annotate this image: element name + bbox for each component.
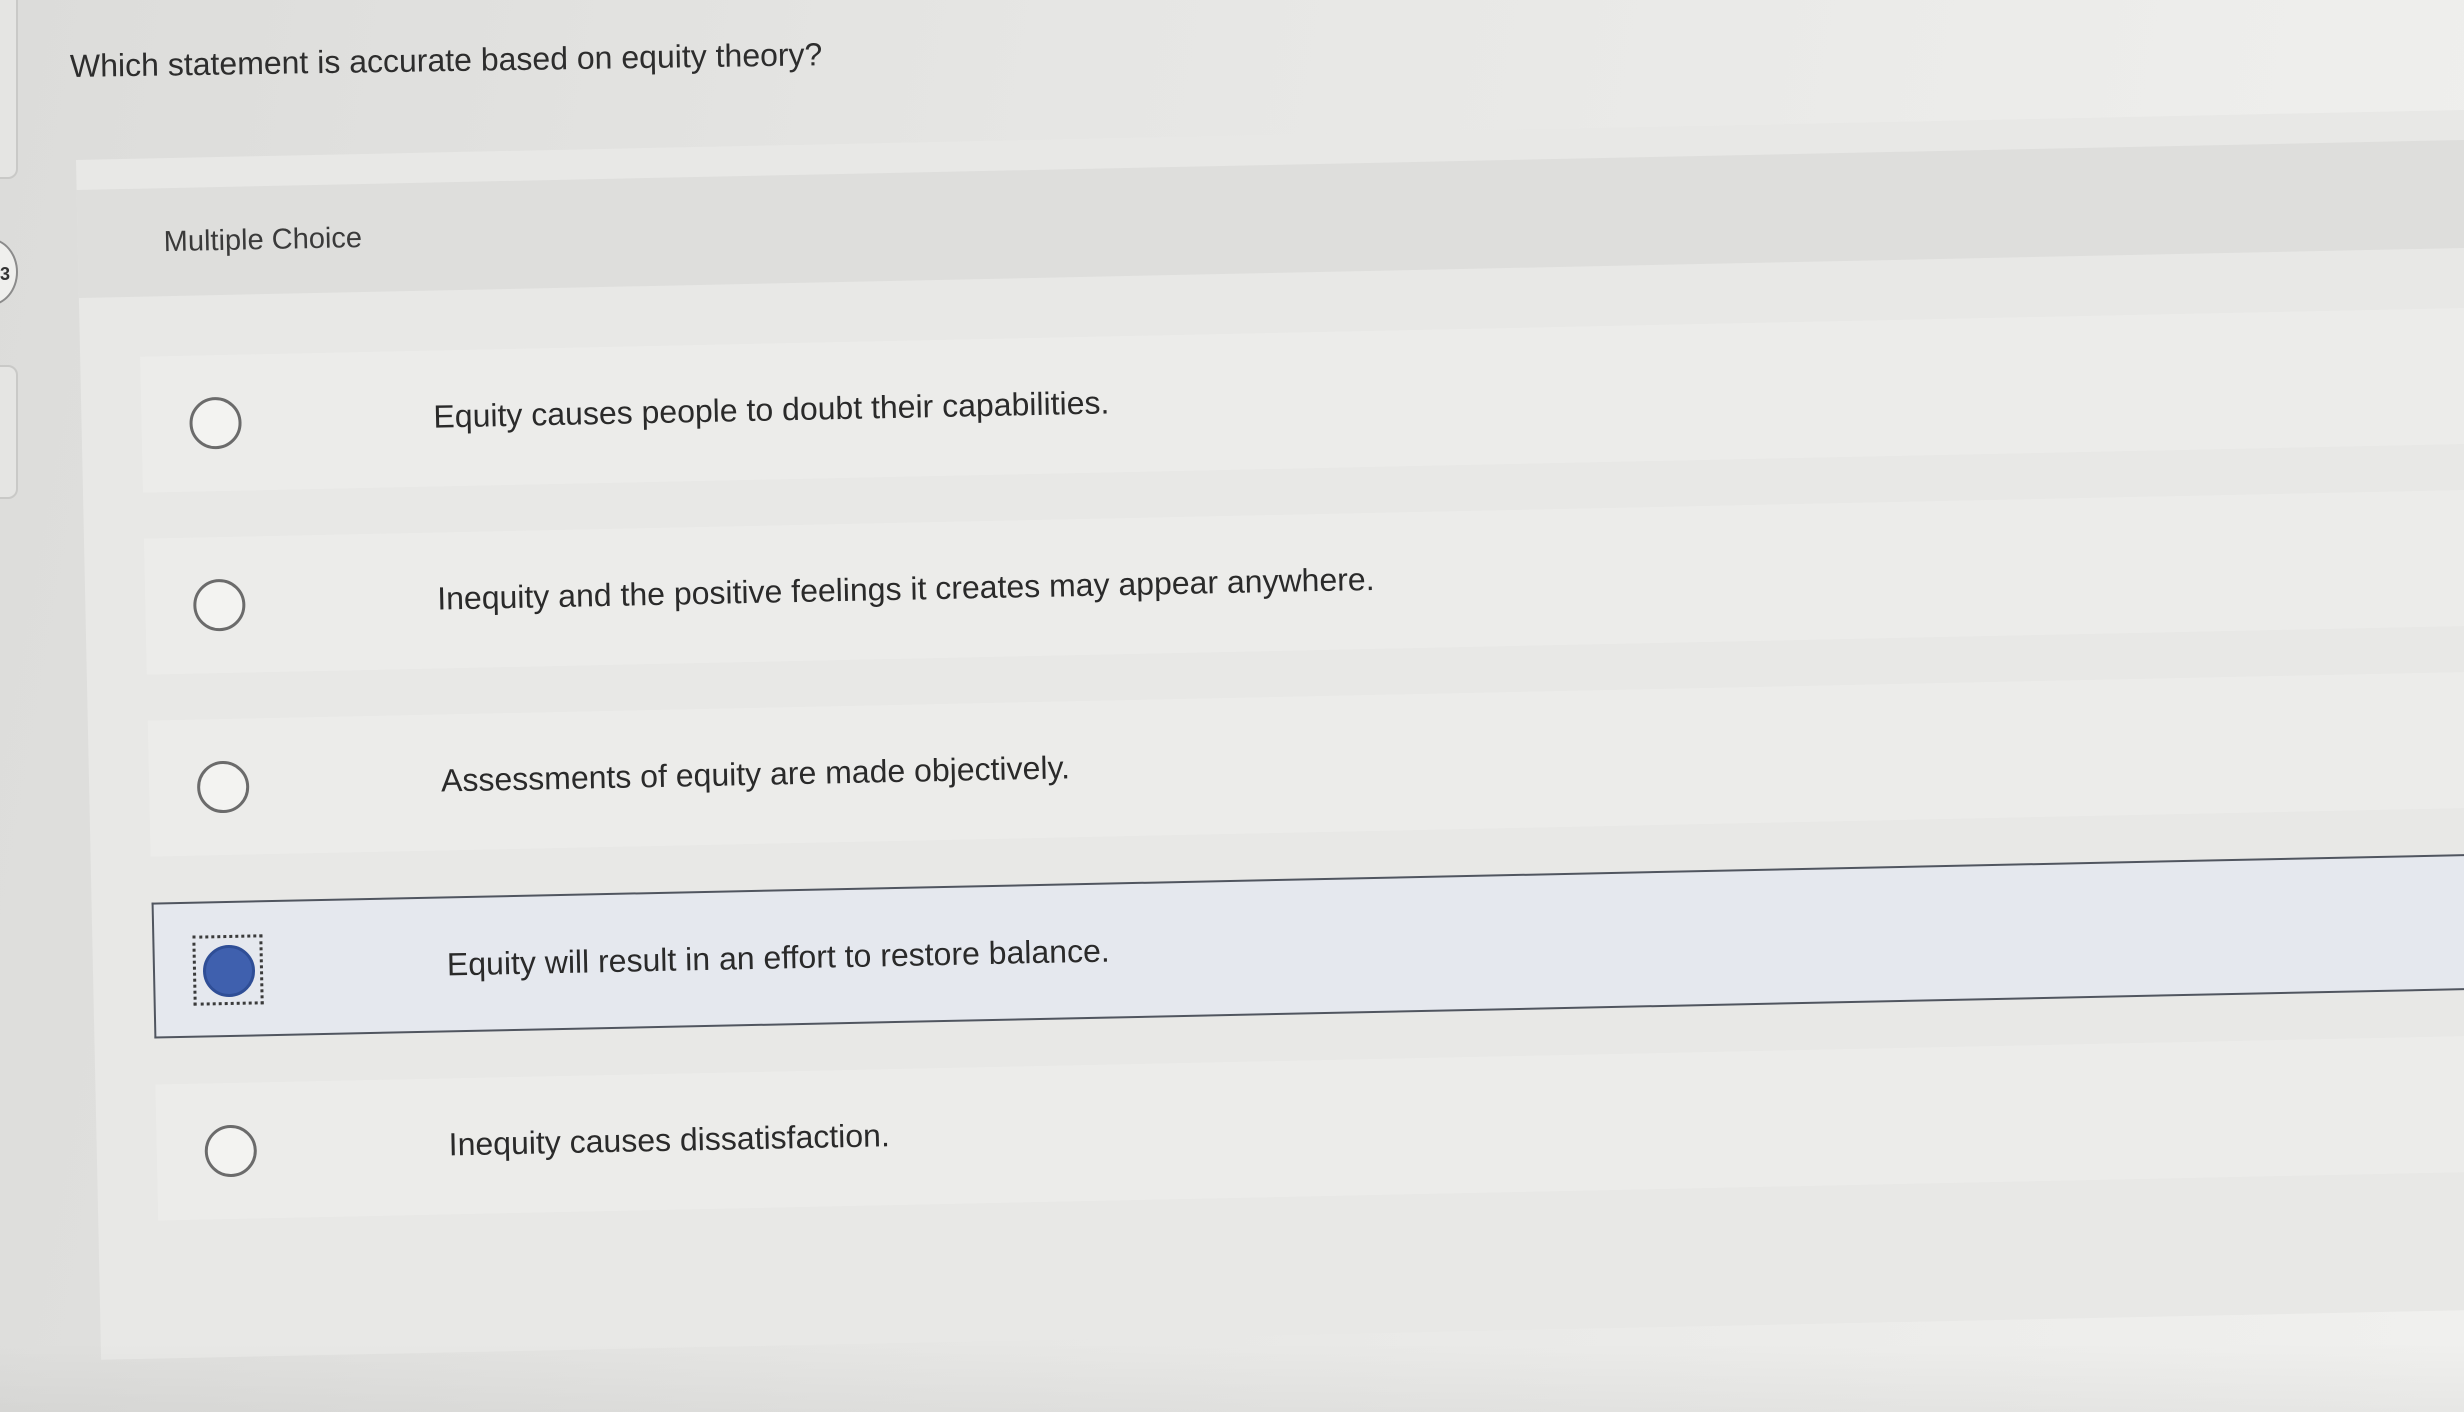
card-header: Multiple Choice xyxy=(76,139,2464,298)
left-panel-edge-lower xyxy=(0,365,18,499)
question-number-badge[interactable]: 3 xyxy=(0,238,18,306)
multiple-choice-card: Multiple Choice Equity causes people to … xyxy=(76,109,2464,1360)
radio-button[interactable] xyxy=(204,1124,258,1178)
answer-option-3[interactable]: Assessments of equity are made objective… xyxy=(147,671,2464,857)
radio-button[interactable] xyxy=(189,396,243,450)
question-prompt: Which statement is accurate based on equ… xyxy=(69,36,823,84)
radio-button[interactable] xyxy=(196,760,250,814)
answer-option-label: Inequity causes dissatisfaction. xyxy=(448,1117,891,1163)
answer-option-4-selected[interactable]: Equity will result in an effort to resto… xyxy=(151,853,2464,1039)
left-panel-edge xyxy=(0,0,18,179)
screen-shadow xyxy=(0,1342,2464,1412)
answer-option-2[interactable]: Inequity and the positive feelings it cr… xyxy=(143,489,2464,675)
answer-option-label: Inequity and the positive feelings it cr… xyxy=(436,560,1375,617)
question-type-label: Multiple Choice xyxy=(163,222,363,259)
answer-option-label: Equity will result in an effort to resto… xyxy=(446,932,1111,983)
radio-button[interactable] xyxy=(192,578,246,632)
answer-option-label: Equity causes people to doubt their capa… xyxy=(433,384,1110,435)
quiz-page: 3 Which statement is accurate based on e… xyxy=(0,0,2464,1412)
answer-option-1[interactable]: Equity causes people to doubt their capa… xyxy=(140,307,2464,493)
answer-option-5[interactable]: Inequity causes dissatisfaction. xyxy=(155,1035,2464,1221)
answer-option-label: Assessments of equity are made objective… xyxy=(440,749,1071,799)
